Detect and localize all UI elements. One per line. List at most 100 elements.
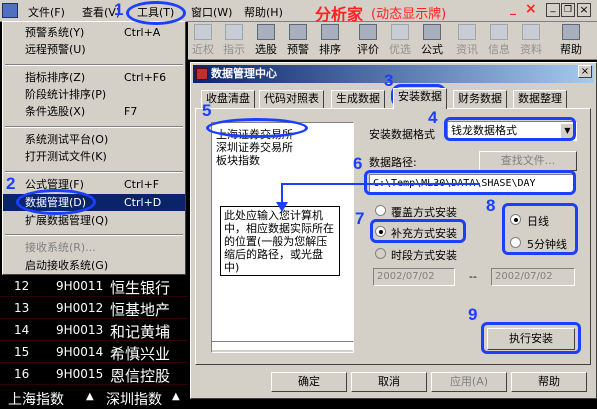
toolbar-material-button[interactable]: 资料 bbox=[518, 24, 544, 57]
menu-item-open-test-file[interactable]: 打开测试文件(K) bbox=[3, 148, 185, 165]
install-format-label: 安装数据格式 bbox=[369, 128, 435, 141]
annotation-step-2: 2 bbox=[6, 174, 16, 193]
menu-item-alert-system[interactable]: 预警系统(Y) Ctrl+A bbox=[3, 24, 185, 41]
annotation-box-path bbox=[364, 170, 576, 195]
tab-code-table[interactable]: 代码对照表 bbox=[259, 90, 324, 108]
overwrite-mode-label: 覆盖方式安装 bbox=[391, 206, 457, 219]
tab-scroll-icon: ▲ bbox=[172, 391, 180, 402]
table-row[interactable]: 12 9H0011 恒生银行 bbox=[0, 276, 188, 297]
annotation-oval-data-manage bbox=[16, 189, 96, 215]
toolbar: 近权 指示 选股 预警 排序 评价 优选 公式 资讯 信息 资料 帮助 bbox=[188, 22, 597, 60]
tab-install-data[interactable]: 安装数据 bbox=[393, 88, 447, 109]
doc-close-icon[interactable]: × bbox=[577, 3, 591, 17]
toolbar-alert-button[interactable]: 预警 bbox=[285, 24, 311, 57]
toolbar-info-button[interactable]: 信息 bbox=[486, 24, 512, 57]
dialog-title: 数据管理中心 bbox=[211, 67, 277, 80]
table-row[interactable]: 13 9H0012 恒基地产 bbox=[0, 298, 188, 319]
table-row[interactable]: 14 9H0013 和记黄埔 bbox=[0, 320, 188, 341]
menu-separator bbox=[5, 126, 183, 128]
sort-icon bbox=[321, 24, 339, 40]
stock-select-icon bbox=[257, 24, 275, 40]
toolbar-indicator-button[interactable]: 指示 bbox=[221, 24, 247, 57]
toolbar-news-button[interactable]: 资讯 bbox=[454, 24, 480, 57]
recent-rights-icon bbox=[194, 24, 212, 40]
ok-button[interactable]: 确定 bbox=[271, 372, 347, 392]
menu-window[interactable]: 窗口(W) bbox=[191, 4, 232, 20]
toolbar-stock-select-button[interactable]: 选股 bbox=[253, 24, 279, 57]
menu-item-ext-data-manage[interactable]: 扩展数据管理(Q) bbox=[3, 212, 185, 229]
annotation-step-7: 7 bbox=[355, 209, 365, 228]
find-file-button[interactable]: 查找文件... bbox=[479, 151, 577, 171]
toolbar-sort-button[interactable]: 排序 bbox=[317, 24, 343, 57]
menu-item-start-receive[interactable]: 启动接收系统(G) bbox=[3, 257, 185, 274]
dialog-app-icon bbox=[196, 68, 208, 80]
annotation-step-4: 4 bbox=[428, 108, 438, 127]
toolbar-optimize-button[interactable]: 优选 bbox=[387, 24, 413, 57]
toolbar-formula-button[interactable]: 公式 bbox=[419, 24, 445, 57]
table-row[interactable]: 16 9H0015 恩信控股 bbox=[0, 364, 188, 385]
menu-item-condition-select[interactable]: 条件选股(X) F7 bbox=[3, 103, 185, 120]
data-path-label: 数据路径: bbox=[369, 156, 417, 169]
tools-dropdown-menu: 预警系统(Y) Ctrl+A 远程预警(U) 指标排序(Z) Ctrl+F6 阶段统… bbox=[2, 21, 186, 275]
menu-help[interactable]: 帮助(H) bbox=[244, 4, 283, 20]
help-button[interactable]: 帮助 bbox=[511, 372, 587, 392]
annotation-step-1: 1 bbox=[114, 0, 124, 19]
toolbar-recent-rights-button[interactable]: 近权 bbox=[190, 24, 216, 57]
tab-data-organize[interactable]: 数据整理 bbox=[513, 90, 567, 108]
annotation-oval-tools-menu bbox=[126, 1, 186, 25]
menu-item-formula-manage[interactable]: 公式管理(F) Ctrl+F bbox=[3, 176, 185, 193]
tab-shenzhen-index[interactable]: 深圳指数 bbox=[106, 389, 162, 409]
app-icon[interactable] bbox=[2, 3, 18, 18]
menu-separator bbox=[5, 64, 183, 66]
annotation-step-8: 8 bbox=[486, 196, 496, 215]
stock-table: 12 9H0011 恒生银行 13 9H0012 恒基地产 14 9H0013 和记黄埔 1… bbox=[0, 276, 188, 386]
menu-item-test-platform[interactable]: 系统测试平台(O) bbox=[3, 131, 185, 148]
annotation-oval-shanghai bbox=[206, 118, 308, 138]
formula-icon bbox=[423, 24, 441, 40]
annotation-box-period bbox=[502, 203, 578, 255]
tab-scroll-icon: ▲ bbox=[86, 391, 94, 402]
menu-file[interactable]: 文件(F) bbox=[28, 4, 65, 20]
annotation-box-format-select bbox=[444, 117, 576, 141]
menu-separator bbox=[5, 171, 183, 173]
alarm-clock-icon bbox=[289, 24, 307, 40]
close-window-icon[interactable]: × bbox=[525, 2, 539, 16]
help-icon bbox=[562, 24, 580, 40]
apply-button[interactable]: 应用(A) bbox=[431, 372, 507, 392]
evaluate-icon bbox=[359, 24, 377, 40]
period-mode-radio[interactable] bbox=[375, 248, 386, 259]
dialog-close-icon[interactable]: × bbox=[578, 65, 592, 78]
date-to-input[interactable]: 2002/07/02 bbox=[491, 268, 575, 286]
cancel-button[interactable]: 取消 bbox=[351, 372, 427, 392]
install-progress-bar bbox=[211, 341, 354, 353]
tab-financial-data[interactable]: 财务数据 bbox=[453, 90, 507, 108]
menu-item-period-stat-sort[interactable]: 阶段统计排序(P) bbox=[3, 86, 185, 103]
toolbar-help-button[interactable]: 帮助 bbox=[558, 24, 584, 57]
annotation-step-6: 6 bbox=[353, 154, 363, 173]
doc-minimize-icon[interactable]: _ bbox=[546, 3, 560, 17]
menu-item-remote-alert[interactable]: 远程预警(U) bbox=[3, 41, 185, 58]
menu-bar: 文件(F) 查看(V) 工具(T) 窗口(W) 帮助(H) 分析家 (动态显示牌… bbox=[0, 0, 597, 24]
date-from-input[interactable]: 2002/07/02 bbox=[373, 268, 455, 286]
date-range-separator: -- bbox=[469, 270, 477, 283]
table-row[interactable]: 15 9H0014 希慎兴业 bbox=[0, 342, 188, 363]
news-icon bbox=[458, 24, 476, 40]
tab-generate-data[interactable]: 生成数据 bbox=[331, 90, 385, 108]
menu-item-indicator-sort[interactable]: 指标排序(Z) Ctrl+F6 bbox=[3, 69, 185, 86]
annotation-step-5: 5 bbox=[202, 101, 212, 120]
minimize-icon[interactable]: _ bbox=[510, 2, 524, 17]
indicator-icon bbox=[225, 24, 243, 40]
optimize-icon bbox=[391, 24, 409, 40]
overwrite-mode-radio[interactable] bbox=[375, 205, 386, 216]
annotation-box-execute bbox=[481, 322, 581, 354]
menu-separator bbox=[5, 234, 183, 236]
tab-shanghai-index[interactable]: 上海指数 bbox=[8, 389, 64, 409]
dialog-title-bar: 数据管理中心 bbox=[193, 65, 594, 83]
material-icon bbox=[522, 24, 540, 40]
doc-restore-icon[interactable]: ❐ bbox=[561, 3, 575, 17]
annotation-box-append-mode bbox=[370, 219, 466, 243]
toolbar-evaluate-button[interactable]: 评价 bbox=[355, 24, 381, 57]
menu-item-receive-system[interactable]: 接收系统(R)... bbox=[3, 239, 185, 256]
brand-subtitle: (动态显示牌) bbox=[371, 7, 447, 22]
list-item[interactable]: 板块指数 bbox=[216, 152, 260, 168]
